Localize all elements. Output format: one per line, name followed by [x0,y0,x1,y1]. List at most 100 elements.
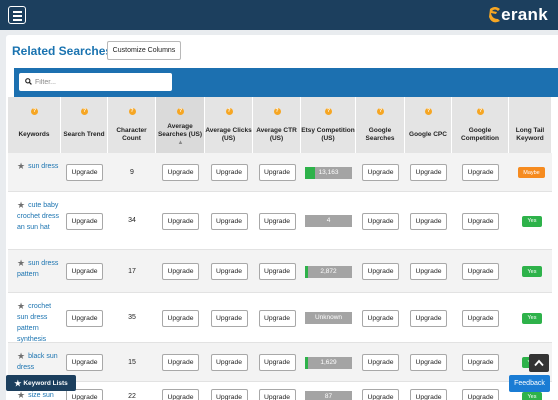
scroll-to-top-button[interactable] [529,354,549,372]
upgrade-button[interactable]: Upgrade [210,354,248,371]
keyword-link[interactable]: size sun [28,392,54,399]
upgrade-button[interactable]: Upgrade [462,388,499,400]
help-icon[interactable]: ? [31,108,38,115]
erank-logo[interactable]: erank [488,4,548,26]
help-icon[interactable]: ? [128,108,136,115]
character-count: 9 [130,168,134,176]
star-icon[interactable]: ★ [17,200,25,210]
column-header[interactable]: ? Average Searches (US) ▲ [156,97,205,153]
upgrade-button[interactable]: Upgrade [258,263,296,280]
column-header[interactable]: ? Search Trend [61,97,108,153]
long-tail-badge: Yes [522,312,542,324]
upgrade-button[interactable]: Upgrade [258,309,296,327]
help-icon[interactable]: ? [177,108,184,115]
upgrade-button[interactable]: Upgrade [258,164,296,181]
star-icon[interactable]: ★ [17,161,25,171]
upgrade-button[interactable]: Upgrade [162,354,199,371]
etsy-competition-bar: 2,872 [305,265,352,278]
column-header[interactable]: ? Keywords [8,97,61,153]
upgrade-button[interactable]: Upgrade [362,309,399,327]
upgrade-button[interactable]: Upgrade [210,309,248,327]
customize-columns-button[interactable]: Customize Columns [107,41,181,60]
hamburger-menu-button[interactable] [8,6,26,24]
column-header[interactable]: Long Tail Keyword [509,97,552,153]
column-header[interactable]: ? Google Searches [356,97,405,153]
column-header[interactable]: ? Average Clicks (US) [205,97,253,153]
keyword-link[interactable]: sun dress [28,163,58,170]
upgrade-button[interactable]: Upgrade [210,263,248,280]
keyword-cell: ★ crochet sun dress pattern synthesis [17,301,61,345]
upgrade-button[interactable]: Upgrade [410,309,447,327]
upgrade-button[interactable]: Upgrade [362,212,399,230]
sort-icon: ▲ [177,140,184,146]
help-icon[interactable]: ? [325,108,332,115]
column-header[interactable]: ? Google CPC [405,97,452,153]
help-icon[interactable]: ? [477,108,484,115]
keyword-lists-button[interactable]: ★ Keyword Lists [6,375,76,391]
search-icon [25,78,32,85]
help-icon[interactable]: ? [377,108,384,115]
upgrade-button[interactable]: Upgrade [462,354,499,371]
upgrade-button[interactable]: Upgrade [362,354,399,371]
star-icon: ★ [14,378,22,388]
keyword-cell: ★ black sun dress [17,351,61,373]
upgrade-button[interactable]: Upgrade [462,309,499,327]
keyword-cell: ★ sun dress pattern [17,258,61,280]
column-header[interactable]: ? Character Count [108,97,156,153]
upgrade-button[interactable]: Upgrade [410,354,447,371]
column-header-label: Average Searches (US) [157,123,203,138]
upgrade-button[interactable]: Upgrade [66,164,103,181]
help-icon[interactable]: ? [225,108,233,115]
upgrade-button[interactable]: Upgrade [462,164,499,181]
star-icon[interactable]: ★ [17,301,25,311]
help-icon[interactable]: ? [425,108,432,115]
upgrade-button[interactable]: Upgrade [410,388,447,400]
filter-box[interactable] [19,73,172,91]
column-header-label: Google Competition [461,127,499,142]
chevron-up-icon [534,359,544,367]
logo-text: erank [501,5,548,24]
upgrade-button[interactable]: Upgrade [258,388,296,400]
filter-input[interactable] [35,74,169,90]
upgrade-button[interactable]: Upgrade [410,164,447,181]
column-header[interactable]: ? Google Competition [452,97,509,153]
upgrade-button[interactable]: Upgrade [258,212,296,230]
star-icon[interactable]: ★ [17,390,25,400]
upgrade-button[interactable]: Upgrade [162,263,199,280]
upgrade-button[interactable]: Upgrade [162,388,199,400]
upgrade-button[interactable]: Upgrade [210,164,248,181]
upgrade-button[interactable]: Upgrade [66,309,103,327]
menu-icon [13,11,22,13]
star-icon[interactable]: ★ [17,351,25,361]
upgrade-button[interactable]: Upgrade [410,212,447,230]
column-header[interactable]: ? Etsy Competition (US) [301,97,356,153]
character-count: 35 [128,314,136,321]
upgrade-button[interactable]: Upgrade [210,212,248,230]
column-header[interactable]: ? Average CTR (US) [253,97,301,153]
upgrade-button[interactable]: Upgrade [162,309,199,327]
help-icon[interactable]: ? [273,108,281,115]
upgrade-button[interactable]: Upgrade [66,263,103,280]
etsy-competition-bar: 87 [305,391,352,400]
upgrade-button[interactable]: Upgrade [66,354,103,371]
upgrade-button[interactable]: Upgrade [210,388,248,400]
long-tail-badge: Yes [522,391,542,400]
upgrade-button[interactable]: Upgrade [362,388,399,400]
upgrade-button[interactable]: Upgrade [66,212,103,230]
logo-e-icon [489,7,501,23]
star-icon[interactable]: ★ [17,258,25,268]
upgrade-button[interactable]: Upgrade [462,263,499,280]
upgrade-button[interactable]: Upgrade [258,354,296,371]
column-header-label: Average CTR (US) [256,127,297,142]
upgrade-button[interactable]: Upgrade [362,263,399,280]
section-title: Related Searches [12,44,113,58]
upgrade-button[interactable]: Upgrade [462,212,499,230]
upgrade-button[interactable]: Upgrade [162,164,199,181]
feedback-button[interactable]: Feedback [509,375,550,392]
long-tail-badge: Maybe [518,167,545,178]
help-icon[interactable]: ? [81,108,88,115]
long-tail-badge: Yes [522,215,542,227]
upgrade-button[interactable]: Upgrade [362,164,399,181]
upgrade-button[interactable]: Upgrade [410,263,447,280]
upgrade-button[interactable]: Upgrade [162,212,199,230]
